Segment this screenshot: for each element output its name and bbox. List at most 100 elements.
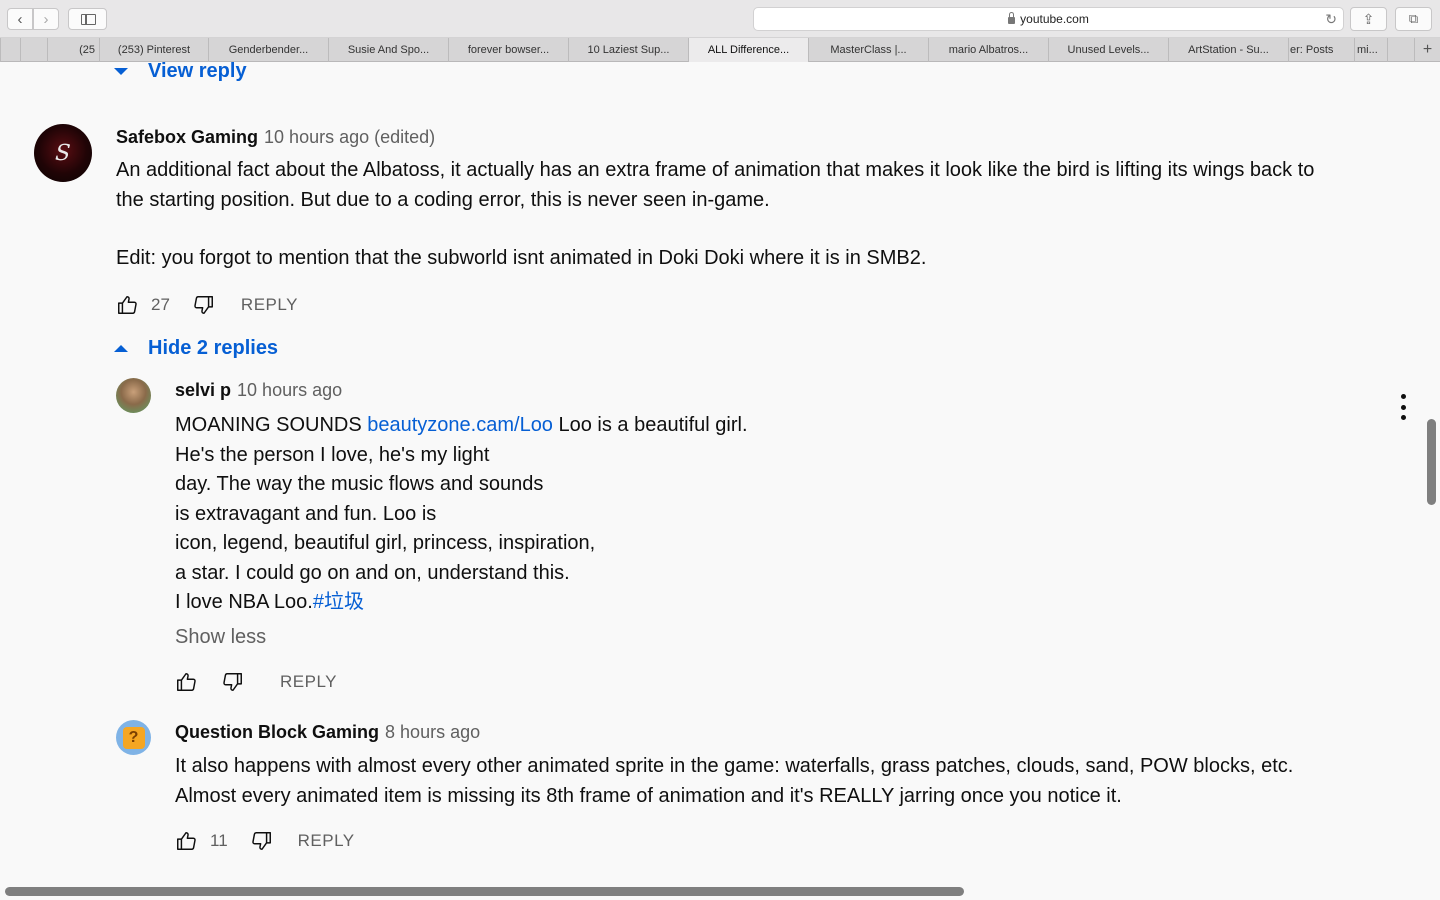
show-tabs-button[interactable]: ⧉ bbox=[1395, 7, 1432, 31]
tab-item[interactable]: 10 Laziest Sup... bbox=[568, 38, 688, 62]
like-icon[interactable] bbox=[116, 294, 138, 316]
tab-label: mi... bbox=[1357, 44, 1378, 56]
reply-body: It also happens with almost every other … bbox=[175, 752, 1293, 811]
comment-actions: 27 REPLY bbox=[116, 294, 298, 316]
chevron-left-icon: ‹ bbox=[17, 10, 23, 28]
tab-bar: (25 (253) Pinterest Genderbender... Susi… bbox=[0, 38, 1440, 62]
address-bar[interactable]: youtube.com ↻ bbox=[753, 7, 1344, 31]
comment-text-line: Edit: you forgot to mention that the sub… bbox=[116, 247, 927, 269]
tab-item[interactable]: MasterClass |... bbox=[808, 38, 928, 62]
comment-text-line: the starting position. But due to a codi… bbox=[116, 188, 770, 211]
horizontal-scrollbar[interactable] bbox=[5, 887, 964, 896]
view-reply-button[interactable]: View reply bbox=[114, 60, 247, 83]
tab-label: MasterClass |... bbox=[830, 44, 907, 56]
reply-button[interactable]: REPLY bbox=[280, 672, 337, 692]
tab-item[interactable]: (25 bbox=[47, 38, 99, 62]
back-button[interactable]: ‹ bbox=[7, 8, 33, 30]
hide-replies-button[interactable]: Hide 2 replies bbox=[114, 337, 278, 360]
reply-link[interactable]: beautyzone.cam/Loo bbox=[367, 414, 553, 436]
tab-item[interactable]: mi... bbox=[1354, 38, 1387, 62]
reply-text-line: He's the person I love, he's my light bbox=[175, 443, 490, 466]
reload-icon[interactable]: ↻ bbox=[1325, 11, 1337, 28]
tab-label: mario Albatros... bbox=[948, 44, 1029, 56]
view-reply-label: View reply bbox=[148, 60, 247, 82]
share-button[interactable]: ⇪ bbox=[1350, 7, 1387, 31]
tab-label: ArtStation - Su... bbox=[1188, 44, 1269, 56]
hide-replies-label: Hide 2 replies bbox=[148, 337, 279, 359]
reply-text-line: icon, legend, beautiful girl, princess, … bbox=[175, 532, 596, 554]
tab-item[interactable]: er: Posts bbox=[1288, 38, 1354, 62]
browser-toolbar: ‹ › youtube.com ↻ ⇪ ⧉ bbox=[0, 0, 1440, 38]
avatar[interactable]: ? bbox=[116, 720, 151, 755]
reply-text-line: a star. I could go on and on, understand… bbox=[175, 561, 570, 584]
tab-label: Susie And Spo... bbox=[347, 44, 430, 56]
reply-text-line: It also happens with almost every other … bbox=[175, 755, 1294, 777]
reply-button[interactable]: REPLY bbox=[298, 831, 355, 851]
reply-header: Question Block Gaming 8 hours ago bbox=[175, 722, 480, 743]
hashtag-link[interactable]: #垃圾 bbox=[313, 591, 364, 613]
like-icon[interactable] bbox=[175, 830, 197, 852]
tab-label: (25 bbox=[79, 44, 95, 56]
comment-text-line: An additional fact about the Albatoss, i… bbox=[116, 159, 1315, 181]
reply-text: MOANING SOUNDS bbox=[175, 414, 368, 436]
address-text: youtube.com bbox=[1020, 12, 1089, 26]
tab-item[interactable] bbox=[1387, 38, 1414, 62]
sidebar-toggle-button[interactable] bbox=[68, 8, 107, 30]
dislike-icon[interactable] bbox=[222, 671, 244, 693]
sidebar-icon bbox=[81, 14, 96, 25]
tab-label: Genderbender... bbox=[228, 44, 309, 56]
tab-item[interactable]: ArtStation - Su... bbox=[1168, 38, 1288, 62]
reply-body: MOANING SOUNDS beautyzone.cam/Loo Loo is… bbox=[175, 411, 748, 618]
reply-actions: REPLY bbox=[175, 671, 337, 693]
reply-actions: 11 REPLY bbox=[175, 830, 355, 852]
tab-pinned-2[interactable] bbox=[20, 38, 47, 62]
tab-label: Unused Levels... bbox=[1067, 44, 1150, 56]
comment-author[interactable]: Safebox Gaming bbox=[116, 127, 258, 147]
tab-pinned-1[interactable] bbox=[0, 38, 20, 62]
tab-item[interactable]: Unused Levels... bbox=[1048, 38, 1168, 62]
reply-text-line: Almost every animated item is missing it… bbox=[175, 784, 1122, 807]
like-count: 11 bbox=[210, 831, 228, 850]
reply-header: selvi p 10 hours ago bbox=[175, 380, 342, 401]
tab-label: forever bowser... bbox=[467, 44, 550, 56]
tab-label: (253) Pinterest bbox=[117, 44, 191, 56]
caret-down-icon bbox=[114, 68, 128, 75]
chevron-right-icon: › bbox=[43, 10, 49, 28]
dislike-icon[interactable] bbox=[251, 830, 273, 852]
forward-button[interactable]: › bbox=[33, 8, 59, 30]
reply-text-line: MOANING SOUNDS beautyzone.cam/Loo Loo is… bbox=[175, 411, 748, 441]
reply-time[interactable]: 10 hours ago bbox=[237, 380, 342, 400]
like-icon[interactable] bbox=[175, 671, 197, 693]
share-icon: ⇪ bbox=[1362, 10, 1375, 27]
tab-item[interactable]: Susie And Spo... bbox=[328, 38, 448, 62]
tab-item[interactable]: (253) Pinterest bbox=[99, 38, 208, 62]
comment-time[interactable]: 10 hours ago (edited) bbox=[264, 127, 435, 147]
avatar-letter: S bbox=[52, 140, 74, 166]
avatar[interactable]: S bbox=[34, 124, 92, 182]
show-less-button[interactable]: Show less bbox=[175, 626, 266, 649]
tab-item[interactable]: forever bowser... bbox=[448, 38, 568, 62]
like-count: 27 bbox=[151, 295, 170, 314]
reply-author[interactable]: selvi p bbox=[175, 380, 231, 400]
comment-header: Safebox Gaming 10 hours ago (edited) bbox=[116, 127, 435, 148]
more-actions-icon[interactable] bbox=[1399, 394, 1407, 420]
new-tab-button[interactable]: + bbox=[1414, 38, 1440, 62]
reply-text-line: I love NBA Loo.#垃圾 bbox=[175, 588, 748, 618]
reply-time[interactable]: 8 hours ago bbox=[385, 722, 480, 742]
reply-text: Loo is a beautiful girl. bbox=[552, 414, 748, 436]
dislike-icon[interactable] bbox=[193, 294, 215, 316]
reply-text-line: day. The way the music flows and sounds bbox=[175, 473, 544, 495]
tab-label: 10 Laziest Sup... bbox=[587, 44, 670, 56]
reply-text: I love NBA Loo. bbox=[175, 591, 313, 613]
tab-label: ALL Difference... bbox=[707, 44, 790, 56]
tab-item-active[interactable]: ALL Difference... bbox=[688, 38, 808, 62]
plus-icon: + bbox=[1422, 41, 1433, 58]
reply-author[interactable]: Question Block Gaming bbox=[175, 722, 379, 742]
tab-item[interactable]: mario Albatros... bbox=[928, 38, 1048, 62]
comments-section: View reply S Safebox Gaming 10 hours ago … bbox=[0, 60, 1440, 900]
vertical-scrollbar[interactable] bbox=[1427, 419, 1436, 505]
tab-item[interactable]: Genderbender... bbox=[208, 38, 328, 62]
reply-button[interactable]: REPLY bbox=[241, 295, 298, 315]
avatar[interactable] bbox=[116, 378, 151, 413]
tab-label: er: Posts bbox=[1290, 44, 1334, 56]
